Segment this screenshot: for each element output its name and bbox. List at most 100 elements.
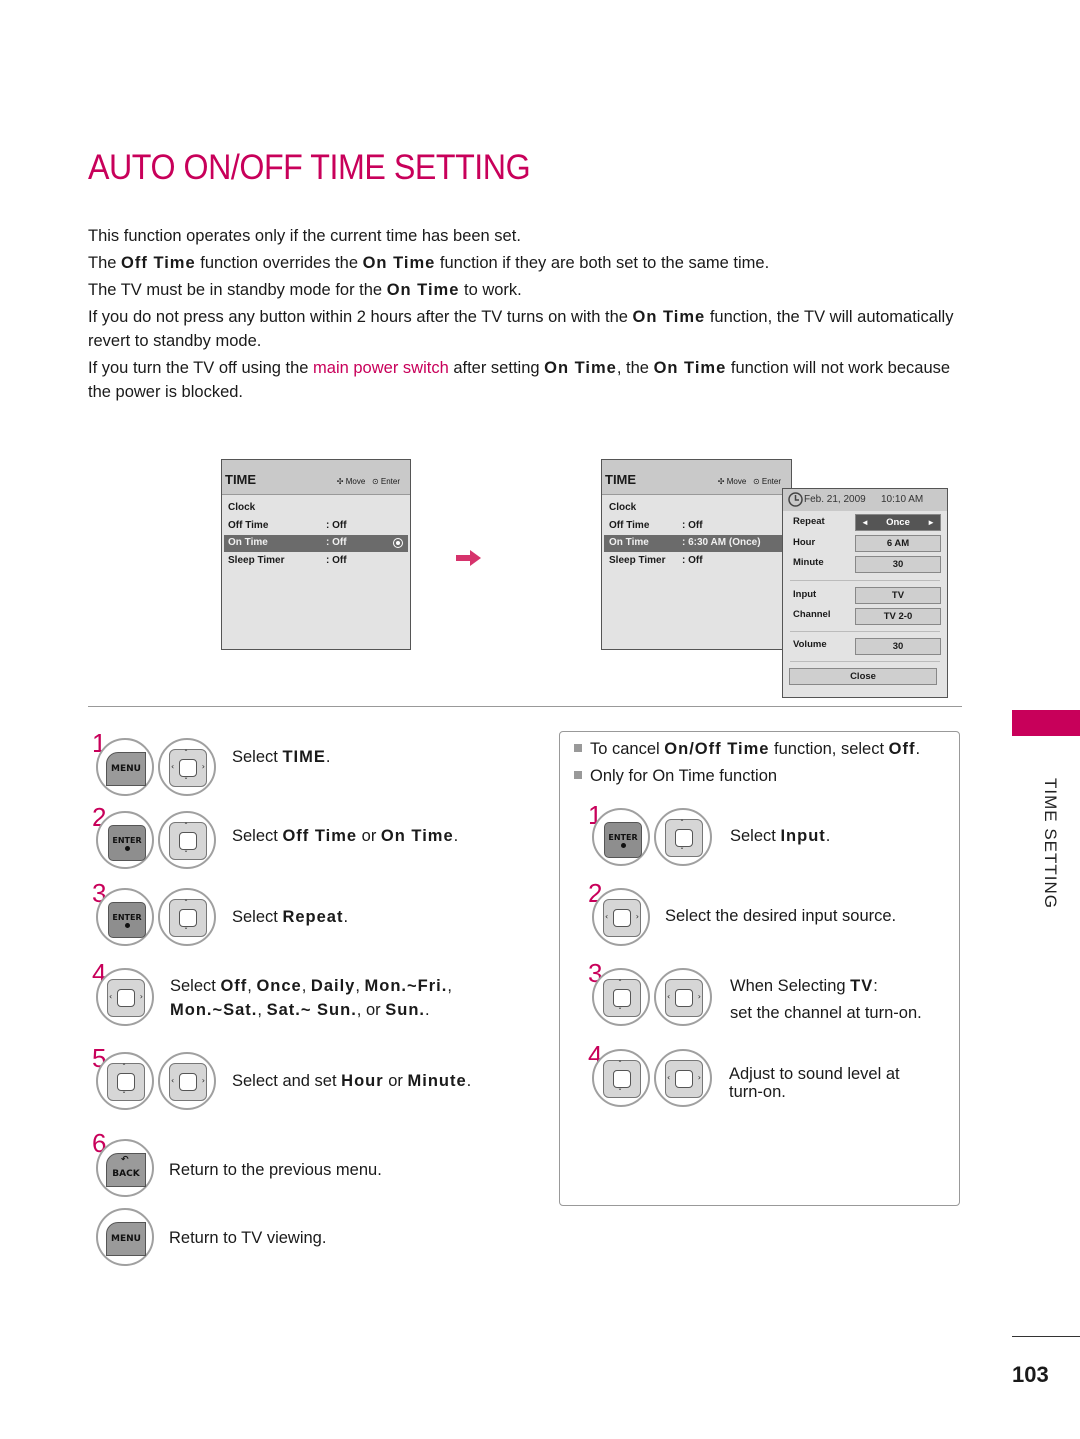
enter-label: ENTER [608,833,638,842]
osd-row-on-time[interactable]: On Time: 6:30 AM (Once) [604,535,793,552]
dpad-up-down-icon[interactable]: ˆˇ [665,819,703,857]
popup-clock: 10:10 AM [881,494,924,505]
text: Select and set [232,1072,342,1090]
left-triangle-icon[interactable]: ◄ [861,515,869,530]
text: , [355,977,365,995]
term: Off [220,977,248,995]
row-label: Sleep Timer [609,555,666,566]
osd-hint: ✣ Move ⊙ Enter [718,477,781,486]
dpad-up-down-icon[interactable]: ˆˇ [169,899,207,937]
repeat-selector[interactable]: ◄ Once ► [855,514,941,531]
enter-button[interactable]: ENTER [604,822,642,858]
remote-button-circle: ˆˇ [592,968,650,1026]
divider [790,580,940,581]
popup-date: Feb. 21, 2009 [804,494,866,505]
osd-row-clock[interactable]: Clock [604,500,789,517]
term: On/Off Time [664,740,770,758]
text: , [257,1001,267,1019]
osd-row-sleep-timer[interactable]: Sleep Timer: Off [604,553,789,570]
row-label: Sleep Timer [228,555,285,566]
enter-dot-icon [620,843,626,848]
remote-button-circle: ENTER [592,808,650,866]
note-cancel: To cancel On/Off Time function, select O… [574,737,920,761]
right-triangle-icon[interactable]: ► [927,515,935,530]
text: . [453,827,459,845]
step-3-text: Select Repeat. [232,905,348,929]
menu-button[interactable]: MENU [106,752,146,786]
dpad-left-right-icon[interactable]: ‹ › [665,979,703,1017]
remote-button-circle: MENU [96,1208,154,1266]
section-tab-marker [1012,710,1080,736]
step-6-text: Return to the previous menu. [169,1161,382,1179]
row-label: Off Time [609,520,650,531]
dpad-left-right-icon[interactable]: ‹ › [107,979,145,1017]
repeat-label: Repeat [793,516,825,527]
osd-title: TIME [605,472,637,487]
back-arrow-icon: ↶ [121,1155,129,1165]
text: : [873,977,878,995]
step-2-text: Select Off Time or On Time. [232,824,458,848]
remote-button-circle: ENTER [96,888,154,946]
dpad-left-right-icon[interactable]: ‹ › [169,1063,207,1101]
term: Hour [341,1072,384,1090]
back-button[interactable]: ↶ BACK [106,1153,146,1187]
dpad-up-down-icon[interactable]: ˆˇ [169,822,207,860]
remote-button-circle: ˆˇ [592,1049,650,1107]
input-label: Input [793,589,817,600]
dpad-up-down-icon[interactable]: ˆˇ [107,1063,145,1101]
text: . [343,908,349,926]
row-value: : Off [326,555,347,566]
osd-hint: ✣ Move ⊙ Enter [337,477,400,486]
text: to work. [459,281,522,299]
term: Repeat [282,908,344,926]
minute-field[interactable]: 30 [855,556,941,573]
text: To cancel [590,740,665,758]
enter-dot-icon [124,846,130,851]
osd-row-off-time[interactable]: Off Time: Off [224,518,408,535]
text: Select [232,748,283,766]
osd-row-off-time[interactable]: Off Time: Off [604,518,789,535]
volume-field[interactable]: 30 [855,638,941,655]
dpad-left-right-icon[interactable]: ‹ › [603,899,641,937]
selected-radio-icon [393,538,403,548]
remote-button-circle: ENTER [96,811,154,869]
osd-row-clock[interactable]: Clock [224,500,408,517]
dpad-up-down-icon[interactable]: ˆˇ [603,1060,641,1098]
page-title: AUTO ON/OFF TIME SETTING [88,148,531,187]
row-value: : Off [326,520,347,531]
hint-enter: Enter [761,477,781,486]
volume-label: Volume [793,639,827,650]
enter-icon: ⊙ [371,477,379,486]
substep-1-text: Select Input. [730,824,830,848]
menu-button[interactable]: MENU [106,1222,146,1256]
dpad-left-right-icon[interactable]: ‹ › [665,1060,703,1098]
channel-field[interactable]: TV 2-0 [855,608,941,625]
text: If you do not press any button within 2 … [88,308,633,326]
step-7-text: Return to TV viewing. [169,1229,327,1247]
bullet-icon [574,771,582,779]
divider [790,661,940,662]
osd-row-on-time[interactable]: On Time: Off [224,535,408,552]
enter-label: ENTER [112,836,142,845]
dpad-up-down-icon[interactable]: ˆˇ [603,979,641,1017]
term: Off [888,740,916,758]
term: Off Time [282,827,358,845]
term-on-time: On Time [362,254,436,272]
enter-button[interactable]: ENTER [108,902,146,938]
remote-button-circle: ↶ BACK [96,1139,154,1197]
term: TV [850,977,874,995]
enter-icon: ⊙ [752,477,760,486]
hour-field[interactable]: 6 AM [855,535,941,552]
term-on-time: On Time [386,281,460,299]
term: Sat.~ Sun. [266,1001,357,1019]
close-button[interactable]: Close [789,668,937,685]
input-field[interactable]: TV [855,587,941,604]
row-label: Clock [228,502,256,513]
enter-button[interactable]: ENTER [108,825,146,861]
substep-3-text: When Selecting TV: set the channel at tur… [730,974,922,1025]
step-5-text: Select and set Hour or Minute. [232,1069,471,1093]
text: or [383,1072,408,1090]
dpad-icon[interactable]: ˆ ˇ ‹ › [169,749,207,787]
osd-row-sleep-timer[interactable]: Sleep Timer : Off [224,553,408,570]
term: On Time [380,827,454,845]
